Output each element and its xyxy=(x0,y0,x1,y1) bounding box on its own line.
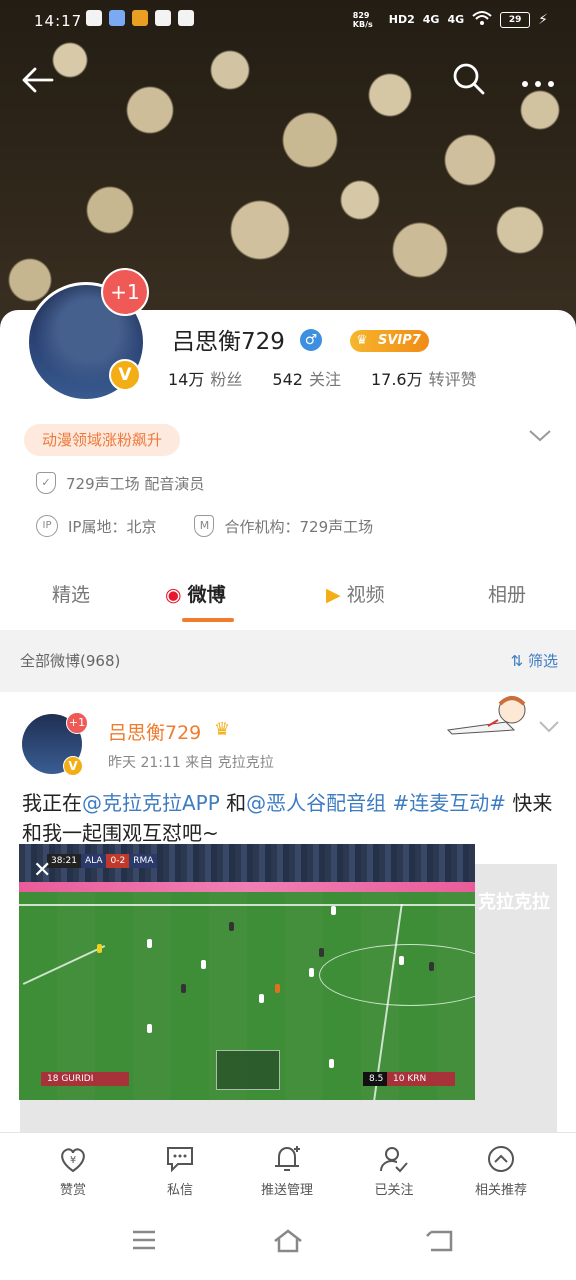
verified-info-row: ✓ 729声工场 配音演员 xyxy=(36,472,204,494)
more-dots-icon xyxy=(522,81,554,87)
gender-male-icon: ♂ xyxy=(300,329,322,351)
svip-badge[interactable]: SVIP7 xyxy=(350,330,429,352)
signal-icon: 4G xyxy=(422,13,440,26)
video-play-icon: ▶ xyxy=(326,584,341,606)
weibo-icon xyxy=(132,10,148,26)
menu-icon xyxy=(133,1230,155,1250)
tab-album[interactable]: 相册 xyxy=(488,580,526,607)
weibo-logo-icon: ◉ xyxy=(165,584,182,606)
back-button[interactable] xyxy=(20,62,56,102)
close-icon: ✕ xyxy=(33,858,52,883)
stat-likes[interactable]: 17.6万 转评赞 xyxy=(371,366,477,390)
app-icon xyxy=(109,10,125,26)
search-button[interactable] xyxy=(452,62,486,100)
post-menu-button[interactable] xyxy=(538,718,560,739)
arrow-left-icon xyxy=(22,67,54,93)
stadium-adboard xyxy=(19,882,475,892)
status-time: 14:17 xyxy=(34,12,83,30)
post-verified-badge: V xyxy=(63,756,83,776)
post-video-thumbnail[interactable]: 38:21 ALA 0-2 RMA ✕ 18 GURIDI 8.5 10 KRN xyxy=(19,844,475,1100)
chevron-up-circle-icon xyxy=(456,1145,546,1175)
chevron-down-icon xyxy=(529,430,551,442)
trending-tag[interactable]: 动漫领域涨粉飙升 xyxy=(24,424,181,456)
post-filter-bar: 全部微博(968) ⇅ 筛选 xyxy=(0,630,576,690)
home-icon xyxy=(274,1229,302,1253)
ip-location: IP属地：北京 xyxy=(68,517,157,536)
hud-right-player: 10 KRN xyxy=(387,1072,455,1086)
media-watermark: 克拉克拉 xyxy=(478,892,550,913)
hud-right-score: 8.5 xyxy=(363,1072,390,1086)
status-notification-icons xyxy=(86,10,194,26)
agency-info[interactable]: 合作机构：729声工场 xyxy=(224,516,373,537)
user-check-icon xyxy=(349,1145,439,1175)
ip-location-icon: IP xyxy=(36,515,58,537)
profile-name: 吕思衡729 xyxy=(172,329,285,355)
verified-badge: V xyxy=(109,359,141,391)
signal-icon-2: 4G xyxy=(447,13,465,26)
topic-link[interactable]: #连麦互动# xyxy=(393,791,507,815)
chat-icon xyxy=(135,1145,225,1175)
bell-plus-icon xyxy=(242,1145,332,1175)
more-button[interactable] xyxy=(520,74,556,93)
profile-tabs: 精选 ◉ 微博 ▶ 视频 相册 xyxy=(0,570,576,630)
chevron-down-icon xyxy=(539,721,559,733)
net-speed: 829 KB/s xyxy=(352,10,373,29)
all-posts-count[interactable]: 全部微博(968) xyxy=(20,650,120,671)
tab-weibo[interactable]: ◉ 微博 xyxy=(165,580,226,607)
filter-button[interactable]: ⇅ 筛选 xyxy=(511,650,558,671)
wifi-icon xyxy=(472,10,492,29)
status-bar: 14:17 829 KB/s HD2 4G 4G 29 ⚡ xyxy=(0,0,576,44)
following-button[interactable]: 已关注 xyxy=(349,1145,439,1198)
hud-left-player: 18 GURIDI xyxy=(41,1072,129,1086)
back-nav-button[interactable] xyxy=(424,1228,456,1261)
related-recommend-button[interactable]: 相关推荐 xyxy=(456,1145,546,1198)
ip-info-row: IP IP属地：北京 M 合作机构：729声工场 xyxy=(36,515,373,537)
avatar-plus-badge[interactable]: +1 xyxy=(101,268,149,316)
post-avatar-badge: +1 xyxy=(66,712,88,734)
verified-info: 729声工场 配音演员 xyxy=(66,474,205,493)
push-settings-button[interactable]: 推送管理 xyxy=(242,1145,332,1198)
shield-icon: ✓ xyxy=(36,472,56,494)
mention-link-2[interactable]: @恶人谷配音组 xyxy=(246,791,386,815)
post-time-source: 昨天 21:11 来自 克拉克拉 xyxy=(108,755,274,771)
post-text: 我正在@克拉克拉APP 和@恶人谷配音组 #连麦互动# 快来和我一起围观互怼吧~ xyxy=(22,791,553,845)
search-icon xyxy=(453,63,485,95)
tab-video[interactable]: ▶ 视频 xyxy=(326,580,385,607)
tab-featured[interactable]: 精选 xyxy=(52,580,90,607)
reward-button[interactable]: ¥ 赞赏 xyxy=(28,1145,118,1198)
video-minimap xyxy=(216,1050,280,1090)
active-tab-indicator xyxy=(182,618,234,622)
lying-character-sticker xyxy=(446,696,526,735)
profile-stats: 14万 粉丝 542 关注 17.6万 转评赞 xyxy=(168,366,477,390)
message-button[interactable]: 私信 xyxy=(135,1145,225,1198)
post-card: +1 V 吕思衡729 ♛ 昨天 21:11 来自 克拉克拉 我正在@克拉克拉A… xyxy=(0,692,576,1136)
agency-icon: M xyxy=(194,515,215,537)
expand-profile-button[interactable] xyxy=(528,428,552,449)
message-icon xyxy=(155,10,171,26)
return-icon xyxy=(426,1230,453,1252)
battery-icon: 29 xyxy=(500,11,531,28)
heart-yen-icon: ¥ xyxy=(28,1145,118,1175)
stat-following[interactable]: 542 关注 xyxy=(272,366,341,390)
charging-icon: ⚡ xyxy=(538,11,548,28)
video-scorebug: 38:21 ALA 0-2 RMA xyxy=(47,854,158,868)
hd-icon: HD2 xyxy=(388,13,415,26)
status-right-icons: 829 KB/s HD2 4G 4G 29 ⚡ xyxy=(353,10,548,29)
crown-icon: ♛ xyxy=(214,719,231,740)
menu-nav-button[interactable] xyxy=(130,1228,158,1259)
filter-icon: ⇅ xyxy=(510,652,528,670)
mention-link[interactable]: @克拉克拉APP xyxy=(82,791,220,815)
profile-action-bar: ¥ 赞赏 私信 推送管理 已关注 相关推荐 xyxy=(0,1132,576,1211)
bilibili-icon xyxy=(86,10,102,26)
stat-fans[interactable]: 14万 粉丝 xyxy=(168,366,242,390)
system-navigation-bar xyxy=(0,1210,576,1280)
post-author-name[interactable]: 吕思衡729 xyxy=(108,718,201,745)
svg-text:¥: ¥ xyxy=(70,1155,76,1166)
calendar-icon xyxy=(178,10,194,26)
home-nav-button[interactable] xyxy=(272,1228,304,1261)
